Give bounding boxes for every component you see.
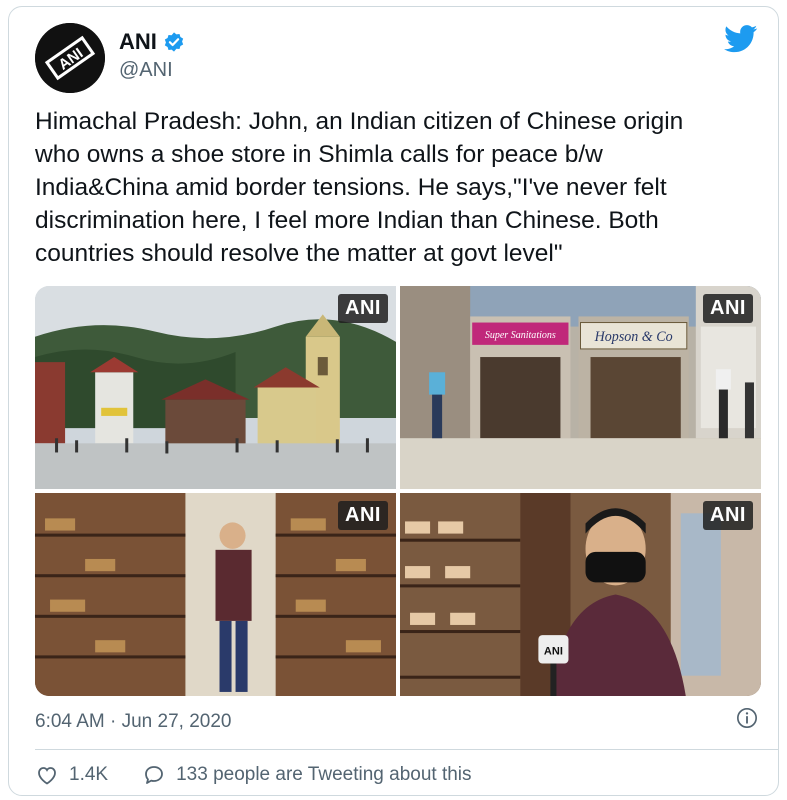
photo-shimla-church[interactable]: ANI: [35, 286, 396, 489]
photo-man-in-store[interactable]: ANI: [35, 493, 396, 696]
photo-man-with-mic[interactable]: ANI ANI: [400, 493, 761, 696]
author-name[interactable]: ANI: [119, 29, 157, 55]
photo-street-shops[interactable]: Super Sanitations Hopson & Co ANI: [400, 286, 761, 489]
speech-bubble-icon[interactable]: [142, 763, 166, 787]
tweet-card: ANI ANI @ANI Himachal Pradesh: John, an …: [8, 6, 779, 796]
action-bar: 1.4K 133 people are Tweeting about this: [35, 763, 472, 787]
author-name-row[interactable]: ANI: [119, 29, 185, 55]
like-count[interactable]: 1.4K: [69, 764, 108, 786]
tweet-text: Himachal Pradesh: John, an Indian citize…: [35, 108, 684, 267]
ani-logo: ANI: [35, 23, 105, 93]
mic-label: ANI: [544, 645, 563, 657]
avatar[interactable]: ANI: [35, 23, 105, 93]
divider: [35, 749, 778, 750]
ani-watermark: ANI: [338, 294, 388, 323]
verified-badge-icon: [164, 32, 184, 52]
tweet-timestamp[interactable]: 6:04 AM · Jun 27, 2020: [35, 711, 231, 733]
author-handle[interactable]: @ANI: [119, 59, 173, 82]
ani-watermark: ANI: [338, 501, 388, 530]
ani-watermark: ANI: [703, 501, 753, 530]
twitter-bird-icon[interactable]: [724, 25, 758, 53]
conversation-link[interactable]: 133 people are Tweeting about this: [176, 764, 471, 786]
heart-icon[interactable]: [35, 763, 59, 787]
shop-sign-2: Hopson & Co: [594, 329, 673, 345]
info-icon[interactable]: [736, 707, 758, 729]
ani-watermark: ANI: [703, 294, 753, 323]
shop-sign-1: Super Sanitations: [485, 330, 556, 341]
media-grid: ANI Super Sanitations Hopson & Co ANI AN…: [35, 286, 761, 696]
